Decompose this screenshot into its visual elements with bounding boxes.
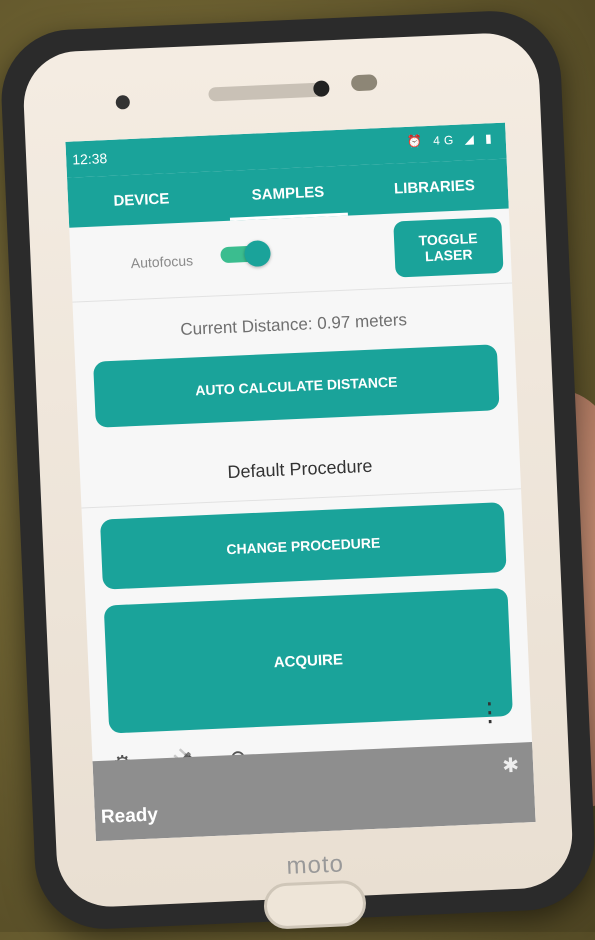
acquire-button[interactable]: ACQUIRE (103, 587, 513, 734)
procedure-name: Default Procedure (79, 449, 522, 509)
tab-libraries[interactable]: LIBRARIES (360, 159, 509, 215)
app-screen: 12:38 ⏰ 4G ◢ ▮ DEVICE SAMPLES LIBRARIES … (65, 122, 536, 842)
tab-samples[interactable]: SAMPLES (214, 165, 363, 221)
front-flash (350, 74, 378, 92)
more-vert-icon[interactable]: ⋮ (476, 696, 503, 727)
phone-bezel: 12:38 ⏰ 4G ◢ ▮ DEVICE SAMPLES LIBRARIES … (21, 31, 575, 930)
status-text: Ready (100, 804, 159, 828)
toggle-laser-button[interactable]: TOGGLE LASER (393, 216, 504, 278)
change-procedure-button[interactable]: CHANGE PROCEDURE (99, 502, 507, 590)
earpiece-speaker (208, 82, 329, 102)
front-camera (313, 80, 330, 97)
phone: 12:38 ⏰ 4G ◢ ▮ DEVICE SAMPLES LIBRARIES … (0, 8, 595, 932)
switch-knob (243, 240, 272, 268)
bluetooth-icon: ✱ (501, 754, 520, 778)
current-distance: Current Distance: 0.97 meters (179, 310, 408, 339)
home-button[interactable] (263, 879, 367, 930)
front-sensor (115, 94, 131, 110)
autofocus-label: Autofocus (130, 252, 194, 272)
autofocus-switch[interactable] (220, 240, 272, 268)
auto-calculate-distance-button[interactable]: AUTO CALCULATE DISTANCE (93, 344, 500, 428)
status-icons: ⏰ 4G ◢ ▮ (406, 131, 497, 149)
status-time: 12:38 (71, 150, 108, 168)
tab-device[interactable]: DEVICE (67, 171, 216, 227)
